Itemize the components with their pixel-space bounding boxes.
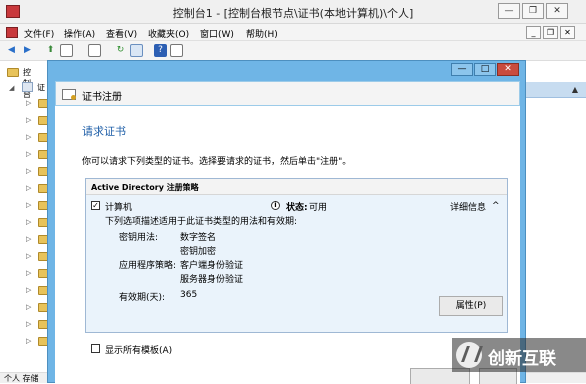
properties-icon[interactable] <box>170 44 183 57</box>
help-icon[interactable]: ? <box>154 44 167 57</box>
mmc-toolbar: ◀ ▶ ⬆ ↻ ? <box>0 41 586 61</box>
certificate-store-icon <box>22 82 33 92</box>
inner-minimize-icon[interactable]: _ <box>526 26 541 39</box>
enrollment-policy-panel: Active Directory 注册策略 ✓ 计算机 i 状态: 可用 详细信… <box>85 178 508 333</box>
app-policy-value: 服务器身份验证 <box>180 275 244 285</box>
certificate-enrollment-dialog: — □ ✕ 证书注册 请求证书 你可以请求下列类型的证书。选择要请求的证书，然后… <box>47 60 526 384</box>
status-value: 可用 <box>309 203 328 213</box>
dialog-title: 证书注册 <box>82 92 122 103</box>
close-icon[interactable]: ✕ <box>546 3 568 19</box>
refresh-icon[interactable]: ↻ <box>114 44 127 57</box>
show-all-label: 显示所有模板(A) <box>105 346 173 356</box>
dialog-maximize-icon[interactable]: □ <box>474 63 496 76</box>
computer-checkbox[interactable]: ✓ <box>91 201 100 210</box>
dialog-body: 请求证书 你可以请求下列类型的证书。选择要请求的证书，然后单击"注册"。 Act… <box>55 106 520 384</box>
tree-expand-icon[interactable]: ▷ <box>26 303 31 311</box>
key-usage-value: 密钥加密 <box>180 247 217 257</box>
tree-expand-icon[interactable]: ▷ <box>26 218 31 226</box>
mmc-titlebar: 控制台1 - [控制台根节点\证书(本地计算机)\个人] — ❐ ✕ <box>0 0 586 24</box>
tree-expand-icon[interactable]: ▷ <box>26 320 31 328</box>
dialog-header: 证书注册 <box>55 81 520 106</box>
key-usage-value: 数字签名 <box>180 233 217 243</box>
minimize-icon[interactable]: — <box>498 3 520 19</box>
dialog-minimize-icon[interactable]: — <box>451 63 473 76</box>
app-policy-value: 客户端身份验证 <box>180 261 244 271</box>
tree-expand-icon[interactable]: ▷ <box>26 184 31 192</box>
template-name: 计算机 <box>105 203 133 213</box>
tree-cert-label: 证 <box>37 83 45 92</box>
validity-label: 有效期(天): <box>119 293 166 303</box>
status-text: 个人 存储 <box>4 374 39 383</box>
inner-restore-icon[interactable]: ❐ <box>543 26 558 39</box>
details-toggle[interactable]: 详细信息 <box>450 200 486 213</box>
menu-action[interactable]: 操作(A) <box>64 27 95 40</box>
details-intro: 下列选项描述适用于此证书类型的用法和有效期: <box>105 217 298 227</box>
page-heading: 请求证书 <box>82 125 126 138</box>
tree-expand-icon[interactable]: ▷ <box>26 116 31 124</box>
tree-expand-icon[interactable]: ▷ <box>26 201 31 209</box>
watermark-logo: 创新互联 <box>452 338 586 372</box>
show-all-checkbox[interactable] <box>91 344 100 353</box>
folder-icon <box>7 68 19 77</box>
expand-arrow-icon[interactable]: ◢ <box>9 84 14 92</box>
console-tree-icon[interactable] <box>60 44 73 57</box>
tree-expand-icon[interactable]: ▷ <box>26 269 31 277</box>
restore-icon[interactable]: ❐ <box>522 3 544 19</box>
chevron-up-icon[interactable]: ^ <box>492 201 500 211</box>
status-label: 状态: <box>286 203 308 213</box>
mmc-menu-icon <box>6 27 18 38</box>
tree-expand-icon[interactable]: ▷ <box>26 133 31 141</box>
key-usage-label: 密钥用法: <box>119 233 159 243</box>
inner-close-icon[interactable]: ✕ <box>560 26 575 39</box>
menu-view[interactable]: 查看(V) <box>106 27 137 40</box>
app-policy-label: 应用程序策略: <box>119 261 177 271</box>
policy-name: Active Directory 注册策略 <box>91 183 199 192</box>
back-icon[interactable]: ◀ <box>5 44 18 57</box>
up-icon[interactable]: ⬆ <box>44 44 57 57</box>
dialog-close-icon[interactable]: ✕ <box>497 63 519 76</box>
menu-help[interactable]: 帮助(H) <box>246 27 278 40</box>
tree-expand-icon[interactable]: ▷ <box>26 150 31 158</box>
watermark-text: 创新互联 <box>488 349 556 369</box>
certificate-icon <box>62 89 76 100</box>
tree-expand-icon[interactable]: ▷ <box>26 235 31 243</box>
collapse-icon[interactable]: ▲ <box>572 85 578 94</box>
dialog-titlebar[interactable]: — □ ✕ <box>48 61 525 81</box>
tree-expand-icon[interactable]: ▷ <box>26 167 31 175</box>
menu-favorites[interactable]: 收藏夹(O) <box>148 27 189 40</box>
actions-pane-header[interactable]: ▲ <box>524 82 586 98</box>
properties-button[interactable]: 属性(P) <box>439 296 503 316</box>
info-icon: i <box>271 201 280 210</box>
forward-icon[interactable]: ▶ <box>21 44 34 57</box>
watermark-mark-icon <box>456 342 482 368</box>
mmc-menubar: 文件(F) 操作(A) 查看(V) 收藏夹(O) 窗口(W) 帮助(H) <box>0 24 586 41</box>
console-tree: 控制台 ◢ 证 ▷ ▷ ▷ ▷ ▷ ▷ ▷ ▷ ▷ ▷ ▷ ▷ ▷ ▷ ▷ <box>0 62 50 383</box>
tree-expand-icon[interactable]: ▷ <box>26 252 31 260</box>
validity-value: 365 <box>180 290 198 300</box>
tree-expand-icon[interactable]: ▷ <box>26 337 31 345</box>
menu-window[interactable]: 窗口(W) <box>200 27 234 40</box>
page-description: 你可以请求下列类型的证书。选择要请求的证书，然后单击"注册"。 <box>82 157 352 167</box>
menu-file[interactable]: 文件(F) <box>24 27 54 40</box>
tree-expand-icon[interactable]: ▷ <box>26 99 31 107</box>
policy-header: Active Directory 注册策略 <box>86 179 507 195</box>
copy-icon[interactable] <box>88 44 101 57</box>
export-icon[interactable] <box>130 44 143 57</box>
tree-expand-icon[interactable]: ▷ <box>26 286 31 294</box>
policy-item: ✓ 计算机 i 状态: 可用 详细信息 ^ 下列选项描述适用于此证书类型的用法和… <box>86 195 507 332</box>
